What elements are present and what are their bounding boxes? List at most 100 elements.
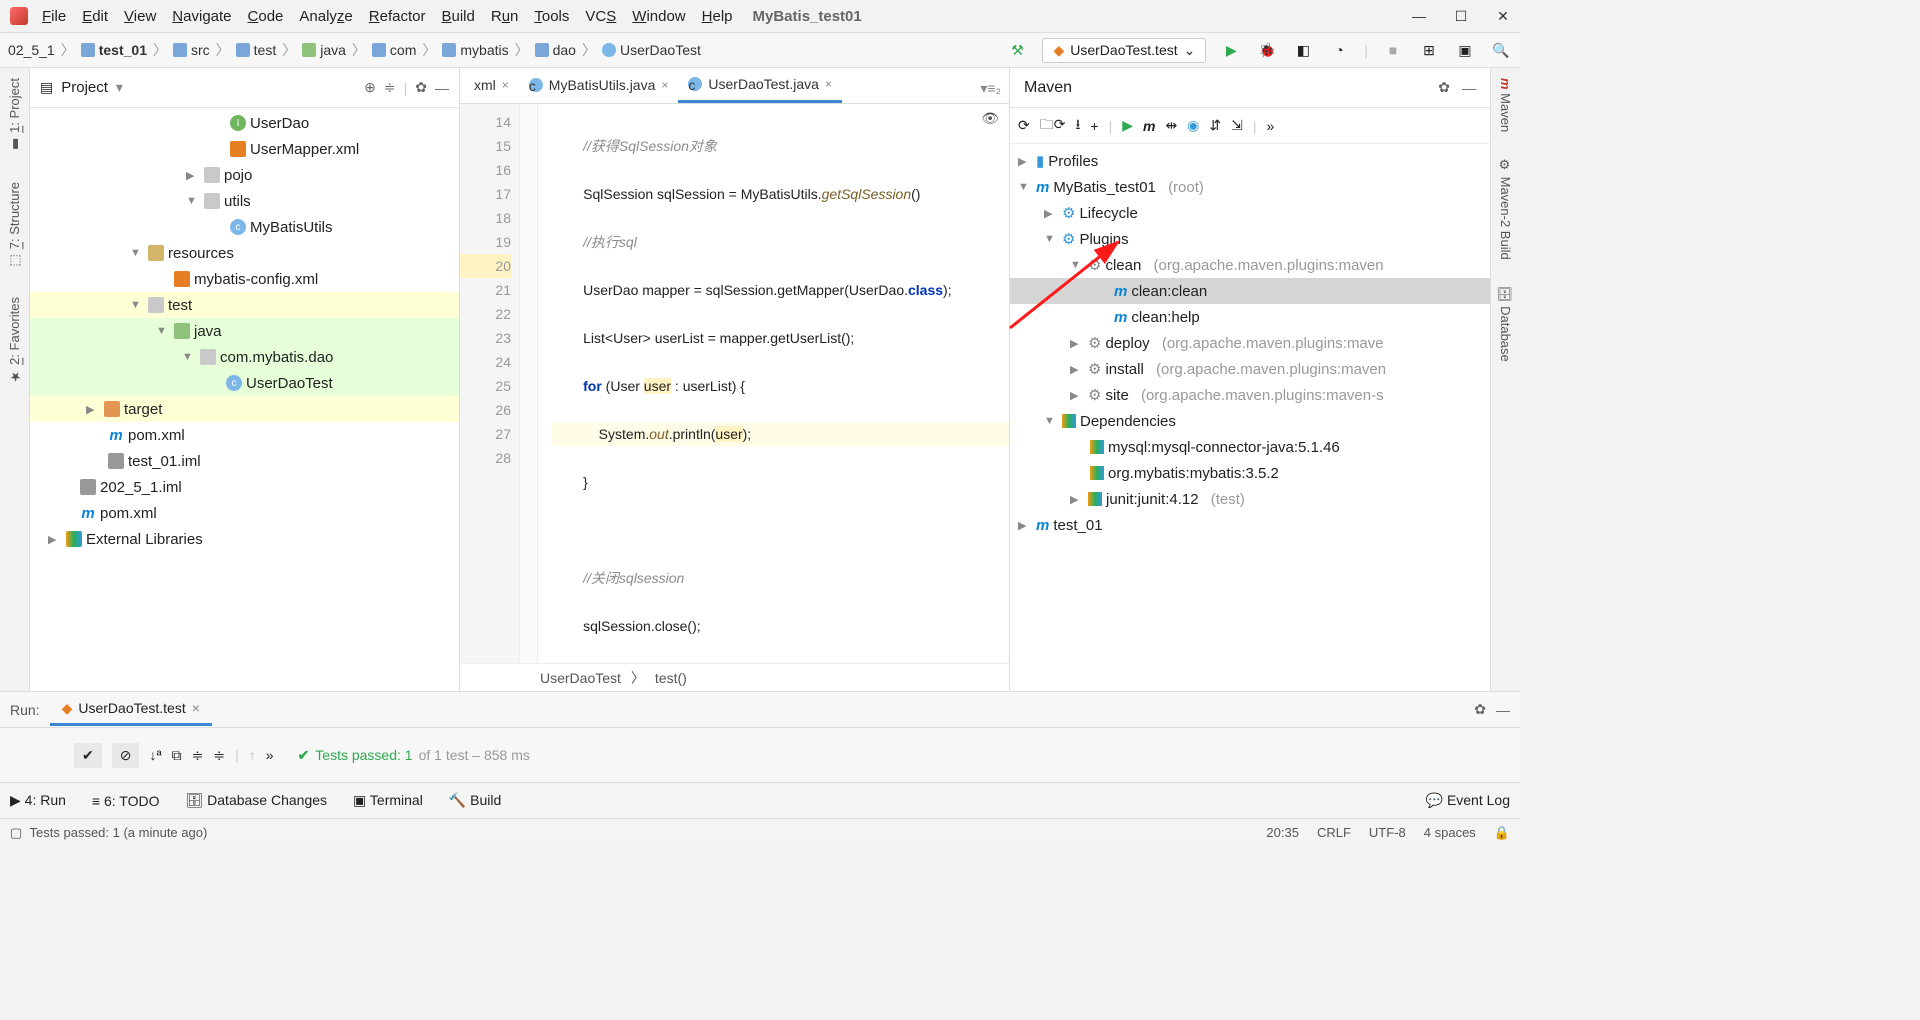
run-maven-icon[interactable]: ▶ — [1122, 117, 1133, 134]
maven-clean-clean[interactable]: mclean:clean — [1010, 278, 1490, 304]
skip-icon[interactable]: ⊘ — [112, 743, 140, 768]
collapse-icon[interactable]: ≑ — [384, 79, 396, 96]
check-icon[interactable]: ✔ — [74, 743, 102, 768]
maven-dep2[interactable]: org.mybatis:mybatis:3.5.2 — [1010, 460, 1490, 486]
db-tool[interactable]: 🗄 Database Changes — [185, 792, 327, 809]
menu-run[interactable]: Run — [491, 8, 519, 25]
crumb-2[interactable]: src — [191, 42, 210, 58]
maven-site[interactable]: ▶⚙site (org.apache.maven.plugins:maven-s — [1010, 382, 1490, 408]
crumb-7[interactable]: dao — [553, 42, 576, 58]
profile-icon[interactable]: ◔ — [1328, 39, 1350, 61]
expand-icon[interactable]: ▶ — [86, 403, 100, 416]
terminal-tool[interactable]: ▣ Terminal — [353, 792, 423, 809]
chevron-down-icon[interactable]: ▾ — [116, 79, 123, 96]
tree-item-pojo[interactable]: ▶pojo — [30, 162, 459, 188]
more-icon[interactable]: » — [1267, 118, 1275, 134]
run-icon[interactable]: ▶ — [1220, 39, 1242, 61]
maven-test01[interactable]: ▶mtest_01 — [1010, 512, 1490, 538]
tree-item-pom2[interactable]: mpom.xml — [30, 500, 459, 526]
menu-view[interactable]: View — [124, 8, 156, 25]
tree-item-mybatisconfig[interactable]: mybatis-config.xml — [30, 266, 459, 292]
collapse-icon[interactable]: ≑ — [213, 747, 225, 764]
minimize-button[interactable]: — — [1412, 8, 1426, 25]
generate-icon[interactable]: 🗀⟳ — [1040, 114, 1066, 138]
maven-dep1[interactable]: mysql:mysql-connector-java:5.1.46 — [1010, 434, 1490, 460]
close-icon[interactable]: × — [192, 700, 200, 716]
menu-file[interactable]: File — [42, 8, 66, 25]
more-icon[interactable]: » — [266, 747, 274, 763]
close-icon[interactable]: × — [661, 78, 668, 92]
gear-icon[interactable]: ✿ — [1474, 701, 1486, 718]
stop-icon[interactable]: ■ — [1382, 39, 1404, 61]
tree-item-utils[interactable]: ▼utils — [30, 188, 459, 214]
maven-install[interactable]: ▶⚙install (org.apache.maven.plugins:mave… — [1010, 356, 1490, 382]
menu-navigate[interactable]: Navigate — [172, 8, 231, 25]
hide-icon[interactable]: — — [435, 80, 449, 96]
tree-item-test[interactable]: ▼test — [30, 292, 459, 318]
gear-icon[interactable]: ✿ — [1438, 79, 1450, 96]
tree-item-userdaotest[interactable]: cUserDaoTest — [30, 370, 459, 396]
collapse-icon[interactable]: ▼ — [130, 247, 144, 259]
status-time[interactable]: 20:35 — [1266, 825, 1299, 841]
maven-dep3[interactable]: ▶junit:junit:4.12 (test) — [1010, 486, 1490, 512]
status-icon[interactable]: ▢ — [10, 825, 22, 841]
tree-item-pkg[interactable]: ▼com.mybatis.dao — [30, 344, 459, 370]
tree-item-iml1[interactable]: test_01.iml — [30, 448, 459, 474]
crumb-6[interactable]: mybatis — [460, 42, 508, 58]
status-indent[interactable]: 4 spaces — [1424, 825, 1476, 841]
locate-icon[interactable]: ⊕ — [364, 79, 376, 96]
coverage-icon[interactable]: ◧ — [1292, 39, 1314, 61]
code-body[interactable]: //获得SqlSession对象 SqlSession sqlSession =… — [538, 104, 1009, 663]
tab-list-icon[interactable]: ▾≡₂ — [972, 74, 1009, 103]
collapse-icon[interactable]: ▼ — [186, 195, 200, 207]
status-eol[interactable]: CRLF — [1317, 825, 1351, 841]
tree-item-pom1[interactable]: mpom.xml — [30, 422, 459, 448]
tab-xml[interactable]: xml× — [464, 69, 519, 103]
close-button[interactable]: ✕ — [1496, 8, 1510, 25]
collapse-all-icon[interactable]: ⇲ — [1231, 117, 1243, 134]
reload-icon[interactable]: ⟳ — [1018, 117, 1030, 134]
skip-tests-icon[interactable]: ⇹ — [1165, 117, 1177, 134]
tab-userdaotest[interactable]: cUserDaoTest.java× — [678, 68, 842, 103]
favorites-tab[interactable]: ★ 2: Favorites — [7, 297, 22, 384]
lock-icon[interactable]: 🔒 — [1494, 825, 1510, 841]
maven-clean-help[interactable]: mclean:help — [1010, 304, 1490, 330]
menu-analyze[interactable]: Analyze — [299, 8, 352, 25]
tree-item-java[interactable]: ▼java — [30, 318, 459, 344]
maven-plugins[interactable]: ▼⚙Plugins — [1010, 226, 1490, 252]
menu-build[interactable]: Build — [441, 8, 474, 25]
menu-help[interactable]: Help — [702, 8, 733, 25]
close-icon[interactable]: × — [825, 77, 832, 91]
collapse-icon[interactable]: ▼ — [182, 351, 196, 363]
expand-icon[interactable]: ▶ — [186, 169, 200, 182]
list-icon[interactable]: ⧉ — [172, 747, 182, 764]
tab-mybatisutils[interactable]: cMyBatisUtils.java× — [519, 69, 679, 103]
eventlog-tool[interactable]: 💬 Event Log — [1426, 792, 1510, 809]
status-enc[interactable]: UTF-8 — [1369, 825, 1406, 841]
run-tool[interactable]: ▶ 4: Run — [10, 792, 66, 809]
menu-window[interactable]: Window — [632, 8, 685, 25]
build-tool[interactable]: 🔨 Build — [449, 792, 501, 809]
tree-item-userdao[interactable]: IUserDao — [30, 110, 459, 136]
crumb-0[interactable]: 02_5_1 — [8, 42, 55, 58]
structure-icon[interactable]: ⊞ — [1418, 39, 1440, 61]
tree-item-target[interactable]: ▶target — [30, 396, 459, 422]
show-deps-icon[interactable]: ⇵ — [1209, 117, 1221, 134]
project-tab[interactable]: ▮ 1: Project — [7, 78, 22, 152]
database-tab[interactable]: 🗄 Database — [1498, 286, 1513, 362]
maven-tab[interactable]: m Maven — [1498, 78, 1513, 132]
maven-deploy[interactable]: ▶⚙deploy (org.apache.maven.plugins:mave — [1010, 330, 1490, 356]
expand-icon[interactable]: ≑ — [192, 747, 204, 764]
menu-refactor[interactable]: Refactor — [369, 8, 426, 25]
maven2build-tab[interactable]: ⚙ Maven-2 Build — [1498, 158, 1513, 260]
crumb-5[interactable]: com — [390, 42, 416, 58]
close-icon[interactable]: × — [502, 78, 509, 92]
debug-icon[interactable]: 🐞 — [1256, 39, 1278, 61]
maven-root[interactable]: ▼mMyBatis_test01 (root) — [1010, 174, 1490, 200]
hammer-icon[interactable]: ⚒ — [1006, 39, 1028, 61]
menu-vcs[interactable]: VCS — [585, 8, 616, 25]
gear-icon[interactable]: ✿ — [415, 79, 427, 96]
project-dropdown-icon[interactable]: ▤ — [40, 79, 53, 96]
maven-deps[interactable]: ▼Dependencies — [1010, 408, 1490, 434]
run-tab[interactable]: ◆ UserDaoTest.test × — [50, 694, 212, 726]
